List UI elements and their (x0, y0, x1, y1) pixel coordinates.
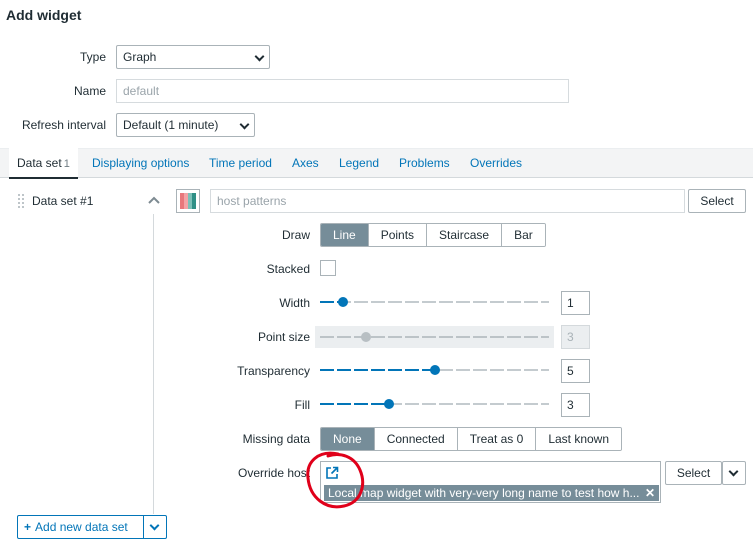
draw-segmented-control: Line Points Staircase Bar (320, 223, 546, 247)
type-select[interactable]: Graph (116, 45, 270, 69)
fill-slider[interactable] (320, 397, 549, 411)
add-data-set-dropdown-button[interactable] (143, 515, 167, 539)
width-slider[interactable] (320, 295, 549, 309)
type-label: Type (79, 50, 106, 64)
missing-data-label: Missing data (242, 432, 310, 446)
drag-handle-icon[interactable] (18, 193, 24, 209)
tab-displaying-options[interactable]: Displaying options (92, 148, 189, 178)
chevron-down-icon (239, 119, 250, 130)
data-set-name: Data set #1 (32, 194, 94, 208)
missing-option-treat-as-0[interactable]: Treat as 0 (456, 428, 536, 450)
stacked-checkbox[interactable] (320, 260, 336, 276)
missing-option-none[interactable]: None (321, 428, 374, 450)
transparency-value-input[interactable]: 5 (561, 359, 590, 383)
palette-swatch (180, 193, 196, 209)
point-size-label: Point size (257, 330, 310, 344)
tab-data-set-count: 1 (63, 158, 70, 170)
draw-option-bar[interactable]: Bar (501, 224, 545, 246)
host-patterns-input[interactable]: host patterns (210, 189, 685, 213)
tab-time-period[interactable]: Time period (209, 148, 272, 178)
missing-option-last-known[interactable]: Last known (535, 428, 622, 450)
tab-overrides[interactable]: Overrides (470, 148, 522, 178)
plus-icon: + (24, 520, 32, 534)
transparency-label: Transparency (237, 364, 310, 378)
add-new-data-set-button[interactable]: + Add new data set (17, 515, 144, 539)
remove-tag-icon[interactable]: ✕ (645, 485, 655, 501)
slider-track (320, 301, 549, 303)
tab-axes[interactable]: Axes (292, 148, 319, 178)
refresh-interval-value: Default (1 minute) (123, 118, 219, 132)
slider-handle[interactable] (384, 399, 394, 409)
data-set-divider (153, 214, 154, 514)
name-input[interactable]: default (116, 79, 569, 103)
tab-data-set[interactable]: Data set 1 (9, 148, 78, 179)
override-host-tag: Local map widget with very-very long nam… (324, 485, 659, 501)
override-host-dropdown-button[interactable] (722, 461, 746, 485)
width-label: Width (279, 296, 310, 310)
refresh-interval-select[interactable]: Default (1 minute) (116, 113, 255, 137)
override-host-multiselect[interactable]: Local map widget with very-very long nam… (320, 461, 661, 503)
dialog-title: Add widget (6, 7, 82, 23)
host-patterns-placeholder: host patterns (217, 194, 287, 208)
chevron-down-icon (728, 466, 739, 477)
override-host-tag-text: Local map widget with very-very long nam… (328, 486, 640, 500)
fill-label: Fill (294, 398, 310, 412)
stacked-label: Stacked (266, 262, 310, 276)
tab-problems[interactable]: Problems (399, 148, 450, 178)
host-select-button[interactable]: Select (688, 189, 746, 213)
refresh-interval-label: Refresh interval (21, 118, 106, 132)
fill-value-input[interactable]: 3 (561, 393, 590, 417)
slider-handle[interactable] (430, 365, 440, 375)
draw-option-staircase[interactable]: Staircase (426, 224, 502, 246)
point-size-value-input: 3 (561, 325, 590, 349)
chevron-up-icon[interactable] (147, 194, 161, 206)
type-select-value: Graph (123, 50, 157, 64)
override-host-select-button[interactable]: Select (665, 461, 722, 485)
annotation-circle (306, 451, 365, 509)
slider-handle (361, 332, 371, 342)
slider-handle[interactable] (338, 297, 348, 307)
add-new-data-set-label: Add new data set (35, 520, 128, 534)
draw-label: Draw (281, 228, 310, 242)
missing-option-connected[interactable]: Connected (373, 428, 457, 450)
name-label: Name (73, 84, 106, 98)
name-placeholder: default (123, 84, 160, 98)
chevron-down-icon (254, 51, 265, 62)
draw-option-points[interactable]: Points (367, 224, 427, 246)
point-size-slider (320, 330, 549, 344)
color-palette-button[interactable] (176, 189, 200, 213)
slider-fill (320, 336, 366, 338)
width-value-input[interactable]: 1 (561, 291, 590, 315)
slider-fill (320, 403, 389, 405)
chevron-down-icon (149, 520, 160, 531)
tab-legend[interactable]: Legend (339, 148, 379, 178)
draw-option-line[interactable]: Line (321, 224, 368, 246)
slider-fill (320, 369, 435, 371)
transparency-slider[interactable] (320, 363, 549, 377)
tab-data-set-label: Data set (17, 156, 62, 170)
